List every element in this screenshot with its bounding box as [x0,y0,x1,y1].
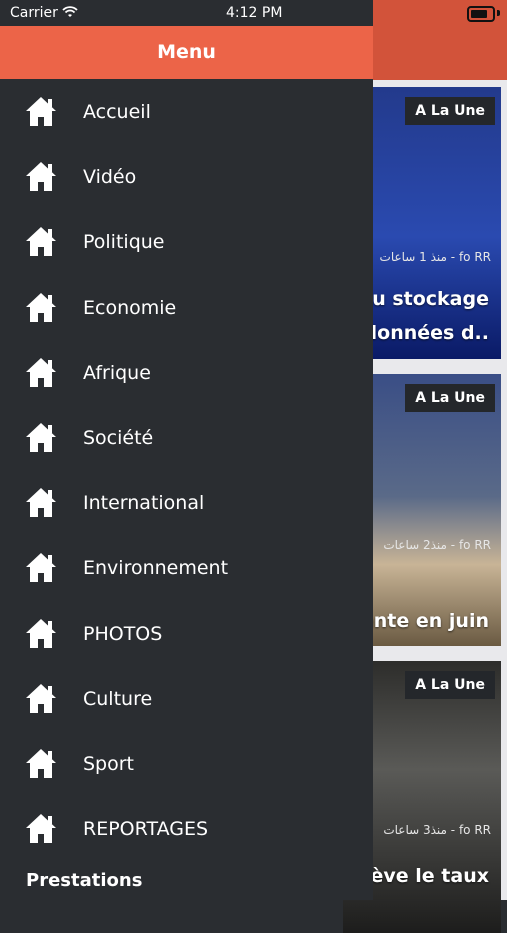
menu-item-label: Accueil [83,101,151,123]
menu-item-label: Sport [83,752,135,775]
home-icon [26,814,56,844]
home-icon [26,683,56,713]
menu-item-label: REPORTAGES [83,818,209,841]
menu-item-sport[interactable]: Sport [0,732,373,797]
article-meta: منذ2 ساعات - fo RR [383,538,491,552]
menu-item-video[interactable]: Vidéo [0,145,373,210]
home-icon [26,488,56,518]
article-headline: du stockage [358,288,489,310]
menu-item-label: International [83,492,205,515]
menu-item-societe[interactable]: Société [0,406,373,471]
home-icon [26,748,56,778]
menu-header: Menu [0,26,373,79]
menu-item-reportages[interactable]: REPORTAGES [0,797,373,862]
status-bar: Carrier 4:12 PM [0,0,507,26]
home-icon [26,292,56,322]
home-icon [26,227,56,257]
home-icon [26,97,56,126]
menu-item-politique[interactable]: Politique [0,210,373,275]
menu-item-culture[interactable]: Culture [0,667,373,732]
menu-item-economie[interactable]: Economie [0,276,373,341]
menu-list: Accueil Vidéo Politique Economie Afrique… [0,80,373,862]
a-la-une-badge: A La Une [405,97,495,125]
home-icon [26,422,56,452]
menu-item-international[interactable]: International [0,471,373,536]
menu-item-label: Vidéo [83,166,137,189]
menu-item-label: Société [83,426,154,449]
menu-item-label: Economie [83,296,177,319]
carrier-label: Carrier [10,5,58,21]
menu-item-accueil[interactable]: Accueil [0,80,373,145]
menu-item-photos[interactable]: PHOTOS [0,602,373,667]
home-icon [26,618,56,648]
home-icon [26,553,56,583]
section-header-prestations: Prestations [26,870,143,891]
menu-item-label: Environnement [83,557,229,580]
menu-item-label: Politique [83,231,165,254]
a-la-une-badge: A La Une [405,384,495,412]
side-drawer: Menu Accueil Vidéo Politique Economie Af… [0,0,373,900]
article-meta: منذ 1 ساعات - fo RR [379,250,491,264]
menu-item-label: PHOTOS [83,622,163,645]
menu-item-afrique[interactable]: Afrique [0,341,373,406]
article-meta: منذ3 ساعات - fo RR [383,823,491,837]
a-la-une-badge: A La Une [405,671,495,699]
menu-item-environnement[interactable]: Environnement [0,536,373,601]
home-icon [26,357,56,387]
status-time: 4:12 PM [226,5,283,21]
menu-item-label: Afrique [83,361,151,384]
menu-title: Menu [157,41,216,63]
home-icon [26,162,56,192]
wifi-icon [62,6,78,17]
menu-item-label: Culture [83,687,153,710]
